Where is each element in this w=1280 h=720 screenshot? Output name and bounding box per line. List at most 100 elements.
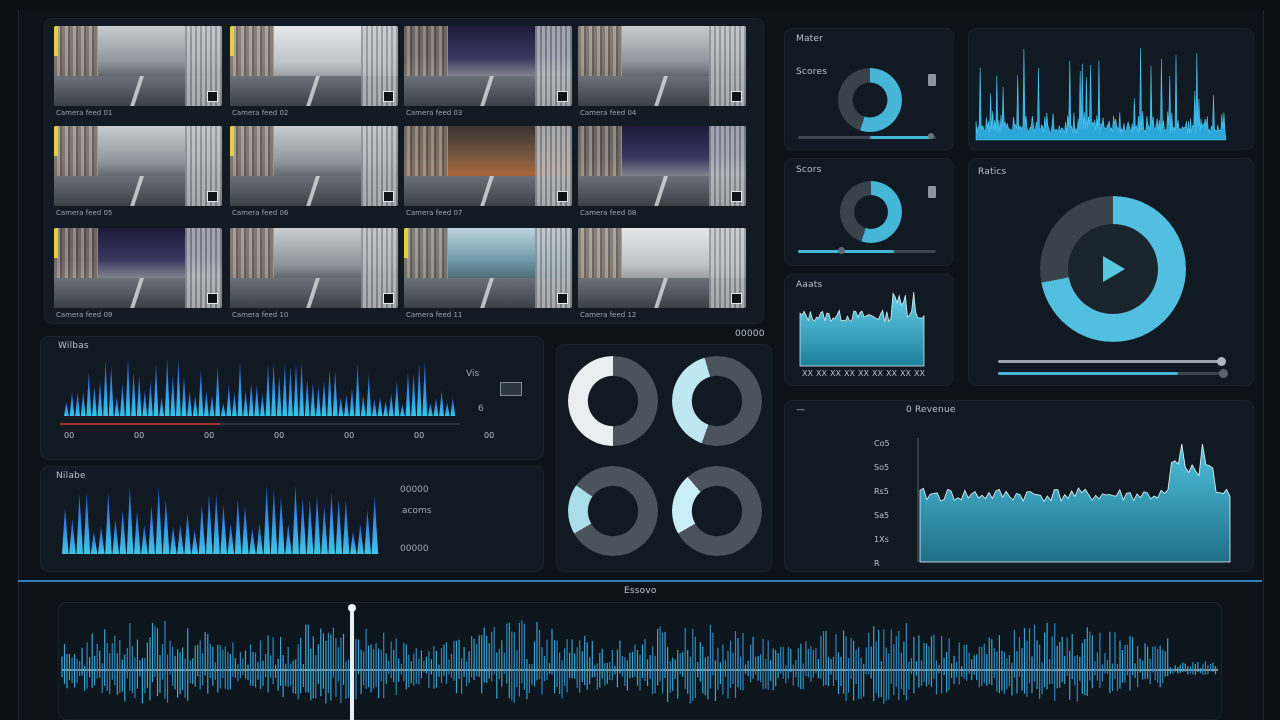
bottom-divider — [18, 580, 1262, 582]
mini-area-tick: XX — [830, 369, 841, 378]
waveform1-peak — [86, 372, 92, 416]
waveform2-peak — [191, 529, 199, 554]
tile-caption: Camera feed 08 — [580, 209, 637, 217]
tile-status-marker — [230, 126, 234, 156]
spike-chart — [975, 47, 1227, 141]
waveform1-peak — [411, 373, 416, 416]
mini-area-tick: XX — [900, 369, 911, 378]
waveform1-peak — [254, 384, 260, 416]
player-volume-knob[interactable] — [1219, 369, 1228, 378]
play-icon[interactable] — [1103, 256, 1125, 282]
tile-caption: Camera feed 01 — [56, 109, 113, 117]
waveform1-peak — [120, 383, 125, 416]
tile-caption: Camera feed 06 — [232, 209, 289, 217]
camera-icon[interactable] — [383, 191, 394, 202]
waveform2-chart — [62, 485, 379, 554]
tile-status-marker — [230, 26, 234, 56]
camera-icon[interactable] — [731, 191, 742, 202]
waveform1-peak — [366, 374, 372, 416]
waveform1-peak — [338, 396, 344, 416]
tile-caption: Camera feed 07 — [406, 209, 463, 217]
waveform1-peak — [372, 399, 377, 416]
camera-icon[interactable] — [207, 293, 218, 304]
camera-tile[interactable] — [578, 126, 746, 206]
waveform1-peak — [400, 403, 405, 416]
player-seek-knob[interactable] — [1217, 357, 1226, 366]
waveform1-peak — [304, 379, 310, 416]
gauge-top-title: Mater — [796, 34, 824, 44]
waveform1-side-2: 6 — [478, 404, 484, 414]
camera-icon[interactable] — [731, 91, 742, 102]
waveform1-peak — [444, 402, 450, 416]
camera-tile[interactable] — [578, 26, 746, 106]
mini-area-tick: XX — [844, 369, 855, 378]
camera-tile[interactable] — [230, 126, 398, 206]
waveform2-peak — [278, 496, 285, 554]
camera-icon[interactable] — [557, 191, 568, 202]
gauge2-slider-fill — [798, 250, 894, 253]
waveform1-peak — [153, 363, 159, 416]
camera-icon[interactable] — [731, 293, 742, 304]
waveform1-peak — [293, 363, 299, 416]
tile-caption: Camera feed 04 — [580, 109, 637, 117]
waveform1-peak — [271, 362, 276, 416]
waveform2-peak — [220, 504, 227, 554]
waveform1-peak — [405, 371, 411, 416]
camera-icon[interactable] — [383, 293, 394, 304]
waveform2-peak — [148, 505, 155, 554]
tile-caption: Camera feed 12 — [580, 311, 637, 319]
gauge1-slider-knob[interactable] — [928, 133, 934, 139]
waveform2-side-1: 00000 — [400, 485, 429, 495]
waveform1-peak — [176, 359, 181, 416]
big-area-y-tick: 1Xs — [874, 535, 889, 544]
waveform2-peak — [162, 499, 170, 554]
waveform1-peak — [164, 358, 170, 416]
waveform1-peak — [388, 393, 394, 416]
waveform2-peak — [256, 523, 263, 554]
gauge1-menu-icon[interactable] — [928, 74, 936, 86]
waveform1-peak — [136, 375, 142, 416]
waveform1-tick: 00 — [64, 431, 74, 440]
camera-tile[interactable] — [54, 26, 222, 106]
waveform1-peak — [204, 390, 209, 416]
camera-icon[interactable] — [557, 293, 568, 304]
waveform1-screen-icon[interactable] — [500, 382, 522, 396]
waveform1-peak — [355, 363, 360, 416]
waveform1-peak — [383, 401, 388, 416]
camera-tile[interactable] — [230, 228, 398, 308]
camera-tile[interactable] — [578, 228, 746, 308]
camera-tile[interactable] — [404, 126, 572, 206]
gauge2-slider-knob[interactable] — [838, 247, 845, 254]
waveform1-title: Wilbas — [58, 341, 89, 351]
camera-icon[interactable] — [207, 191, 218, 202]
tile-caption: Camera feed 05 — [56, 209, 113, 217]
waveform1-peak — [433, 398, 439, 416]
camera-icon[interactable] — [383, 91, 394, 102]
waveform2-peak — [321, 505, 328, 554]
waveform1-peak — [248, 382, 254, 416]
camera-tile[interactable] — [404, 228, 572, 308]
camera-tile[interactable] — [54, 228, 222, 308]
camera-icon[interactable] — [207, 91, 218, 102]
camera-tile[interactable] — [54, 126, 222, 206]
gauge2-menu-icon[interactable] — [928, 186, 936, 198]
waveform2-peak — [234, 498, 242, 554]
camera-tile[interactable] — [404, 26, 572, 106]
player-seek-track[interactable] — [998, 360, 1222, 363]
waveform1-peak — [209, 395, 215, 416]
waveform2-peak — [371, 495, 379, 554]
waveform1-peak — [349, 388, 355, 416]
waveform2-peak — [342, 500, 350, 554]
mini-area-tick: XX — [886, 369, 897, 378]
camera-tile[interactable] — [230, 26, 398, 106]
big-area-y-tick: R — [874, 559, 880, 568]
waveform1-peak — [237, 361, 243, 416]
waveform1-peak — [159, 397, 164, 416]
waveform1-tick: 00 — [414, 431, 424, 440]
waveform2-peak — [270, 489, 278, 554]
playhead[interactable] — [350, 606, 354, 720]
waveform1-peak — [170, 375, 176, 416]
camera-icon[interactable] — [557, 91, 568, 102]
playhead-knob[interactable] — [348, 604, 356, 612]
spike-series — [975, 47, 1227, 141]
